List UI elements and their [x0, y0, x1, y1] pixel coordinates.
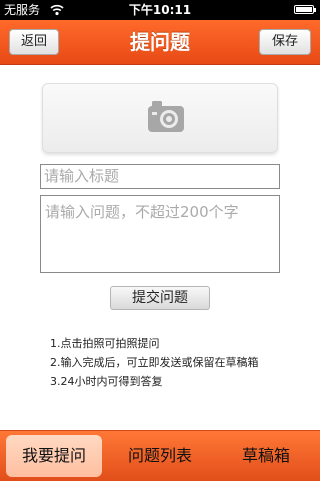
title-field[interactable]: 请输入标题 — [40, 164, 280, 189]
instruction-item: 2.输入完成后，可立即发送或保留在草稿箱 — [50, 356, 259, 369]
status-bar: 无服务 下午10:11 — [0, 0, 320, 20]
camera-icon — [148, 101, 184, 132]
tab-drafts[interactable]: 草稿箱 — [218, 431, 314, 481]
save-button[interactable]: 保存 — [259, 29, 311, 55]
instruction-item: 3.24小时内可得到答复 — [50, 375, 163, 388]
instruction-item: 1.点击拍照可拍照提问 — [50, 337, 160, 350]
instructions-list: 1.点击拍照可拍照提问 2.输入完成后，可立即发送或保留在草稿箱 3.24小时内… — [50, 334, 259, 391]
navigation-bar: 返回 提问题 保存 — [0, 20, 320, 65]
battery-icon — [294, 5, 316, 14]
question-field[interactable]: 请输入问题，不超过200个字 — [40, 195, 280, 273]
take-photo-button[interactable] — [42, 83, 278, 153]
tab-question-list[interactable]: 问题列表 — [110, 431, 210, 481]
clock-time: 下午10:11 — [128, 3, 192, 17]
tab-bar: 我要提问 问题列表 草稿箱 — [0, 430, 320, 481]
submit-question-button[interactable]: 提交问题 — [110, 286, 210, 310]
tab-ask-question[interactable]: 我要提问 — [6, 435, 102, 477]
